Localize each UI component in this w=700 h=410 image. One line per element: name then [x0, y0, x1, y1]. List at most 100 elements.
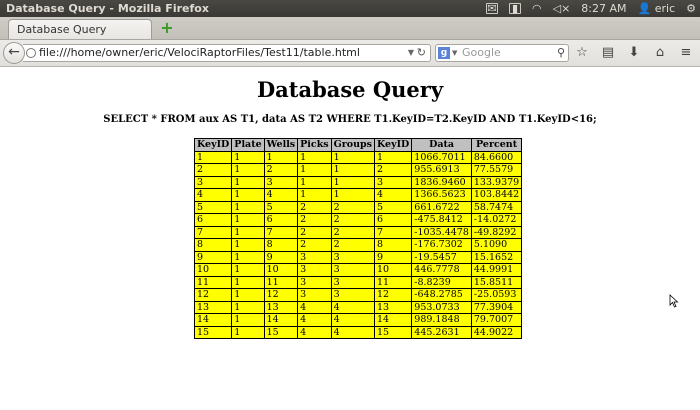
- table-cell: 1: [231, 150, 265, 164]
- table-cell: 9: [193, 250, 233, 264]
- column-header: KeyID: [193, 138, 233, 152]
- table-cell: 1: [231, 238, 265, 252]
- table-cell: 1: [297, 163, 332, 177]
- new-tab-plus-icon[interactable]: +: [160, 20, 174, 36]
- tab-label: Database Query: [17, 23, 107, 36]
- volume-icon[interactable]: ◁×: [553, 0, 571, 17]
- table-cell: 1: [231, 163, 265, 177]
- column-header: Plate: [231, 138, 265, 152]
- table-cell: 2: [330, 238, 375, 252]
- table-cell: 1: [330, 163, 375, 177]
- table-cell: 14: [263, 313, 299, 327]
- table-cell: 1: [193, 150, 233, 164]
- table-cell: 8: [373, 238, 413, 252]
- table-row: 9 1 9 3 3 9 -19.5457 15.1652: [193, 250, 523, 264]
- table-cell: 84.6600: [470, 150, 523, 164]
- bookmark-star-icon[interactable]: ☆: [574, 44, 590, 62]
- user-icon: 👤: [637, 2, 652, 15]
- mail-icon[interactable]: ✉: [486, 3, 498, 14]
- page-content: Database Query SELECT * FROM aux AS T1, …: [0, 67, 700, 410]
- url-bar[interactable]: file:///home/owner/eric/VelociRaptorFile…: [23, 44, 431, 62]
- table-row: 3 1 3 1 1 3 1836.9460 133.9379: [193, 175, 523, 189]
- table-cell: 445.2631: [411, 325, 472, 339]
- table-cell: 4: [193, 188, 233, 202]
- table-cell: 15: [373, 325, 413, 339]
- table-cell: 1: [330, 188, 375, 202]
- table-cell: 5: [263, 200, 299, 214]
- table-cell: 133.9379: [470, 175, 523, 189]
- table-cell: 2: [330, 200, 375, 214]
- table-cell: 1: [231, 325, 265, 339]
- table-cell: -25.0593: [470, 288, 523, 302]
- table-cell: 1: [231, 275, 265, 289]
- table-cell: 2: [373, 163, 413, 177]
- table-cell: 1: [231, 250, 265, 264]
- table-cell: 6: [373, 213, 413, 227]
- table-cell: 15: [193, 325, 233, 339]
- table-row: 8 1 8 2 2 8 -176.7302 5.1090: [193, 238, 523, 252]
- table-cell: 955.6913: [411, 163, 472, 177]
- table-cell: 15.8511: [470, 275, 523, 289]
- table-cell: 12: [193, 288, 233, 302]
- table-cell: 8: [193, 238, 233, 252]
- download-icon[interactable]: ⬇: [626, 44, 642, 62]
- table-row: 4 1 4 1 1 4 1366.5623 103.8442: [193, 188, 523, 202]
- table-row: 13 1 13 4 4 13 953.0733 77.3904: [193, 300, 523, 314]
- table-cell: 3: [330, 250, 375, 264]
- search-icon[interactable]: ⚲: [557, 45, 565, 61]
- table-cell: 3: [297, 275, 332, 289]
- table-cell: 10: [193, 263, 233, 277]
- gear-icon[interactable]: ⚙: [686, 0, 696, 17]
- menu-icon[interactable]: ≡: [678, 44, 694, 62]
- system-tray: ✉ ▮ ◠ ◁× 8:27 AM 👤 eric ⚙: [486, 0, 696, 17]
- table-cell: 1066.7011: [411, 150, 472, 164]
- table-cell: 8: [263, 238, 299, 252]
- bookmarks-menu-icon[interactable]: ▤: [600, 44, 616, 62]
- table-row: 1 1 1 1 1 1 1066.7011 84.6600: [193, 150, 523, 164]
- table-cell: 3: [330, 288, 375, 302]
- search-bar[interactable]: g ▼ Google ⚲: [435, 44, 569, 62]
- column-header: Data: [411, 138, 472, 152]
- clock[interactable]: 8:27 AM: [581, 0, 626, 17]
- table-row: 7 1 7 2 2 7 -1035.4478 -49.8292: [193, 225, 523, 239]
- table-cell: 9: [373, 250, 413, 264]
- wifi-icon[interactable]: ◠: [532, 0, 542, 17]
- table-cell: -176.7302: [411, 238, 472, 252]
- search-engine-dropdown-icon[interactable]: ▼: [452, 45, 457, 61]
- window-title: Database Query - Mozilla Firefox: [6, 2, 209, 15]
- battery-icon[interactable]: ▮: [509, 3, 521, 14]
- table-cell: 44.9991: [470, 263, 523, 277]
- table-cell: -14.0272: [470, 213, 523, 227]
- back-button[interactable]: ←: [3, 42, 25, 64]
- google-icon[interactable]: g: [438, 47, 450, 59]
- table-cell: -8.8239: [411, 275, 472, 289]
- home-icon[interactable]: ⌂: [652, 44, 668, 62]
- table-cell: 1: [263, 150, 299, 164]
- table-cell: 3: [297, 250, 332, 264]
- table-cell: 3: [297, 263, 332, 277]
- table-cell: 10: [263, 263, 299, 277]
- table-cell: 15: [263, 325, 299, 339]
- table-cell: 79.7007: [470, 313, 523, 327]
- column-header: Wells: [263, 138, 299, 152]
- table-cell: 1: [330, 175, 375, 189]
- mouse-cursor-icon: [669, 294, 679, 308]
- reload-icon[interactable]: ↻: [417, 45, 426, 61]
- table-body: 1 1 1 1 1 1 1066.7011 84.6600 2 1 2 1 1 2 955.6913 77.5…: [193, 150, 523, 339]
- table-cell: 4: [263, 188, 299, 202]
- results-table: KeyID Plate Wells Picks Groups KeyID Data Perce…: [193, 138, 523, 339]
- tab-database-query[interactable]: Database Query: [8, 19, 152, 39]
- table-cell: 4: [297, 300, 332, 314]
- table-row: 5 1 5 2 2 5 661.6722 58.7474: [193, 200, 523, 214]
- url-dropdown-icon[interactable]: ▼: [408, 45, 414, 61]
- page-title: Database Query: [256, 77, 444, 102]
- table-cell: 15.1652: [470, 250, 523, 264]
- user-menu[interactable]: 👤 eric: [638, 0, 676, 17]
- table-cell: 9: [263, 250, 299, 264]
- table-cell: 3: [330, 263, 375, 277]
- table-row: 12 1 12 3 3 12 -648.2785 -25.0593: [193, 288, 523, 302]
- table-cell: -19.5457: [411, 250, 472, 264]
- user-name: eric: [654, 2, 676, 15]
- table-row: 11 1 11 3 3 11 -8.8239 15.8511: [193, 275, 523, 289]
- url-text: file:///home/owner/eric/VelociRaptorFile…: [39, 46, 360, 59]
